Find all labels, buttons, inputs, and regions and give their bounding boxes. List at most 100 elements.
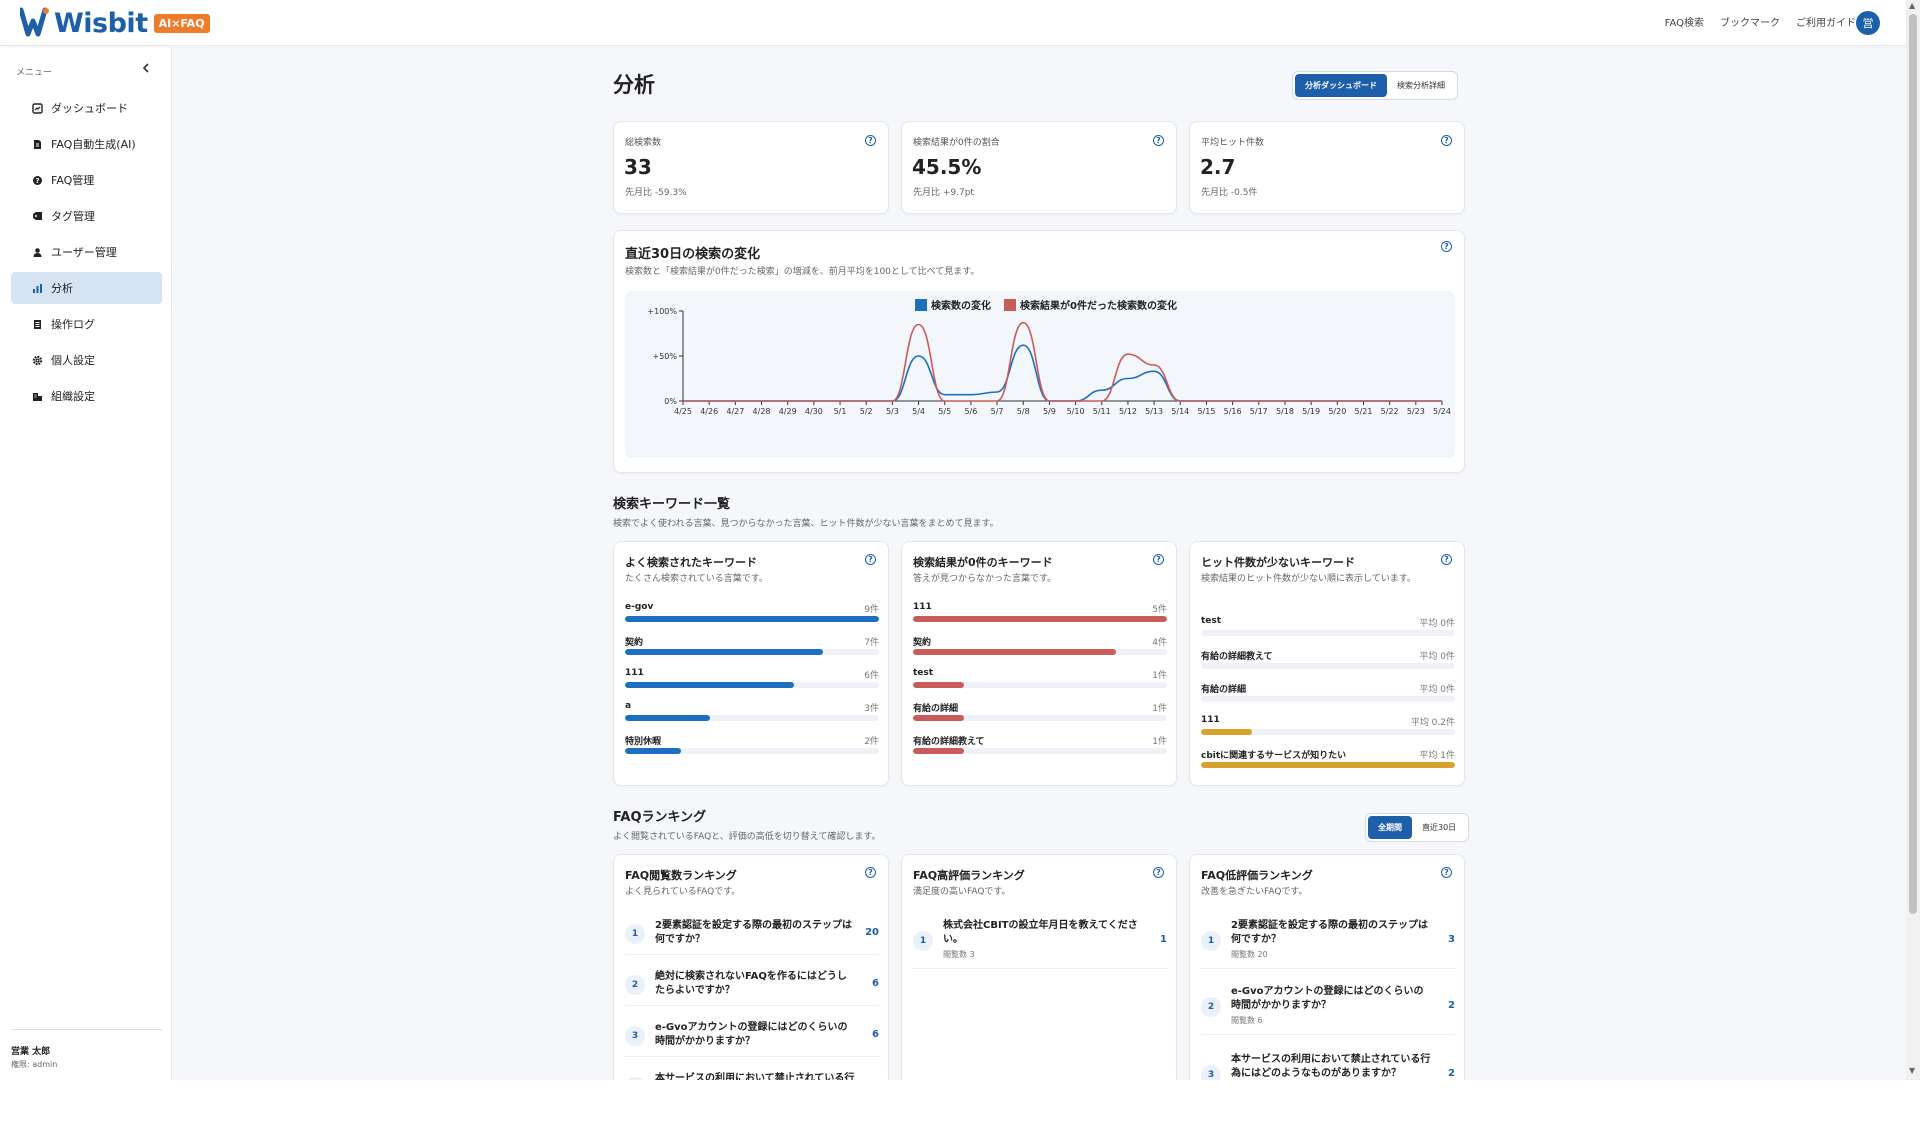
x-tick-label: 5/3 — [886, 407, 899, 416]
sidebar-item-user-manage[interactable]: ユーザー管理 — [11, 236, 162, 268]
rank-sub: 閲覧数 20 — [1231, 950, 1268, 959]
building-icon — [31, 390, 43, 402]
keyword-row[interactable]: 契約 4件 — [913, 635, 1167, 661]
keyword-count: 3件 — [864, 704, 879, 714]
keyword-row[interactable]: 111 6件 — [625, 668, 879, 694]
panel-title: FAQ高評価ランキング — [913, 869, 1025, 882]
tab-analytics-dashboard[interactable]: 分析ダッシュボード — [1295, 74, 1387, 97]
tab-search-analytics-detail[interactable]: 検索分析詳細 — [1387, 74, 1455, 97]
faq-views-ranking-card: FAQ閲覧数ランキング よく見られているFAQです。 ? 1 2要素認証を設定する… — [613, 854, 889, 1080]
keyword-bar-track — [1201, 696, 1455, 702]
help-icon[interactable]: ? — [1153, 867, 1164, 878]
keyword-name: 111 — [625, 668, 644, 678]
ranking-item[interactable]: 1 2要素認証を設定する際の最初のステップは何ですか？ 20 — [625, 913, 879, 955]
keyword-bar-track — [1201, 630, 1455, 636]
ranking-item[interactable]: 3 本サービスの利用において禁止されている行為にはどのようなものがありますか？ 2 — [1201, 1047, 1455, 1080]
sidebar-item-label: 分析 — [51, 282, 73, 295]
legend-label-1: 検索結果が0件だった検索数の変化 — [1020, 299, 1177, 312]
help-icon[interactable]: ? — [1153, 135, 1164, 146]
keyword-row[interactable]: test 1件 — [913, 668, 1167, 694]
x-tick-label: 5/17 — [1250, 407, 1268, 416]
panel-title: よく検索されたキーワード — [625, 556, 757, 569]
sidebar-user: 営業 太郎 権限: admin — [11, 1029, 162, 1070]
rank-value: 6 — [872, 1029, 879, 1040]
keyword-row[interactable]: e-gov 9件 — [625, 602, 879, 628]
ranking-item[interactable]: 1 2要素認証を設定する際の最初のステップは何ですか？ 閲覧数 20 3 — [1201, 913, 1455, 969]
scroll-down-icon[interactable]: ▼ — [1909, 1066, 1915, 1075]
scroll-thumb[interactable] — [1909, 14, 1917, 914]
sidebar-item-tag-manage[interactable]: タグ管理 — [11, 200, 162, 232]
ranking-item[interactable]: 1 株式会社CBITの設立年月日を教えてください。 閲覧数 3 1 — [913, 913, 1167, 969]
period-all[interactable]: 全期間 — [1368, 816, 1412, 839]
keyword-count: 9件 — [864, 605, 879, 615]
keyword-row[interactable]: 111 平均 0.2件 — [1201, 715, 1455, 741]
main-content: 分析 分析ダッシュボード 検索分析詳細 総検索数 ? 33 先月比 -59.3%… — [172, 47, 1906, 1080]
sidebar-item-dashboard[interactable]: ダッシュボード — [11, 92, 162, 124]
keyword-count: 1件 — [1152, 671, 1167, 681]
avatar[interactable]: 営 — [1856, 11, 1880, 35]
help-icon[interactable]: ? — [1441, 554, 1452, 565]
bookmark-link[interactable]: ブックマーク — [1720, 14, 1780, 29]
sidebar-item-log[interactable]: 操作ログ — [11, 308, 162, 340]
page-scrollbar[interactable]: ▲ ▼ — [1906, 0, 1920, 1080]
help-icon[interactable]: ? — [1441, 241, 1452, 252]
stat-value: 45.5% — [912, 155, 982, 179]
keyword-name: 契約 — [625, 638, 644, 648]
keyword-row[interactable]: 特別休暇 2件 — [625, 734, 879, 760]
chart-lines — [683, 321, 1442, 402]
help-icon[interactable]: ? — [865, 867, 876, 878]
period-30days[interactable]: 直近30日 — [1412, 816, 1466, 839]
x-tick-label: 5/5 — [938, 407, 951, 416]
logo[interactable]: Wisbit AI×FAQ — [18, 6, 210, 40]
help-icon[interactable]: ? — [1441, 135, 1452, 146]
keyword-row[interactable]: 111 5件 — [913, 602, 1167, 628]
keywords-section-title: 検索キーワード一覧 — [613, 497, 731, 512]
chevron-left-icon[interactable] — [141, 61, 151, 77]
keyword-row[interactable]: 有給の詳細教えて 平均 0件 — [1201, 649, 1455, 675]
sidebar-item-analytics[interactable]: 分析 — [11, 272, 162, 304]
x-tick-label: 5/15 — [1197, 407, 1215, 416]
legend-label-0: 検索数の変化 — [931, 299, 991, 312]
keyword-bar-track — [625, 715, 879, 721]
keyword-row[interactable]: 契約 7件 — [625, 635, 879, 661]
keyword-count: 1件 — [1152, 704, 1167, 714]
header-links: FAQ検索 ブックマーク ご利用ガイド — [1665, 14, 1856, 29]
y-tick-label: 0% — [664, 397, 677, 406]
help-icon[interactable]: ? — [1441, 867, 1452, 878]
sidebar-item-personal-settings[interactable]: 個人設定 — [11, 344, 162, 376]
stat-label: 検索結果が0件の割合 — [913, 138, 1000, 148]
keyword-row[interactable]: 有給の詳細教えて 1件 — [913, 734, 1167, 760]
keyword-row[interactable]: test 平均 0件 — [1201, 616, 1455, 642]
stat-label: 平均ヒット件数 — [1201, 138, 1265, 148]
rank-faq-title: e-Gvoアカウントの登録にはどのくらいの時間がかかりますか？ — [655, 1022, 848, 1047]
sidebar-item-faq-manage[interactable]: ? FAQ管理 — [11, 164, 162, 196]
keyword-count: 6件 — [864, 671, 879, 681]
keyword-bar-track — [913, 748, 1167, 754]
logo-badge: AI×FAQ — [153, 13, 210, 33]
sidebar-item-org-settings[interactable]: 組織設定 — [11, 380, 162, 412]
help-icon[interactable]: ? — [1153, 554, 1164, 565]
keyword-row[interactable]: cbitに関連するサービスが知りたい 平均 1件 — [1201, 748, 1455, 774]
keyword-name: a — [625, 701, 632, 711]
panel-desc: 答えが見つからなかった言葉です。 — [913, 574, 1057, 584]
rank-value: 6 — [872, 978, 879, 989]
keyword-row[interactable]: a 3件 — [625, 701, 879, 727]
help-icon[interactable]: ? — [865, 135, 876, 146]
keyword-count: 平均 0.2件 — [1410, 718, 1455, 728]
keyword-row[interactable]: 有給の詳細 平均 0件 — [1201, 682, 1455, 708]
page-footer-space — [0, 1080, 1920, 1140]
ranking-item[interactable]: 2 e-Gvoアカウントの登録にはどのくらいの時間がかかりますか？ 閲覧数 6 2 — [1201, 979, 1455, 1035]
faq-search-link[interactable]: FAQ検索 — [1665, 14, 1704, 29]
ranking-item[interactable]: 4本サービスの利用において禁止されている行 — [625, 1066, 879, 1080]
keyword-row[interactable]: 有給の詳細 1件 — [913, 701, 1167, 727]
keyword-bar-track — [625, 616, 879, 622]
keyword-name: 111 — [913, 602, 932, 612]
guide-link[interactable]: ご利用ガイド — [1796, 14, 1856, 29]
x-tick-label: 5/8 — [1017, 407, 1030, 416]
keyword-count: 5件 — [1152, 605, 1167, 615]
ranking-item[interactable]: 2 絶対に検索されないFAQを作るにはどうしたらよいですか？ 6 — [625, 964, 879, 1006]
ranking-item[interactable]: 3 e-Gvoアカウントの登録にはどのくらいの時間がかかりますか？ 6 — [625, 1015, 879, 1057]
scroll-up-icon[interactable]: ▲ — [1909, 1, 1915, 10]
sidebar-item-faq-generate[interactable]: FAQ自動生成(AI) — [11, 128, 162, 160]
help-icon[interactable]: ? — [865, 554, 876, 565]
